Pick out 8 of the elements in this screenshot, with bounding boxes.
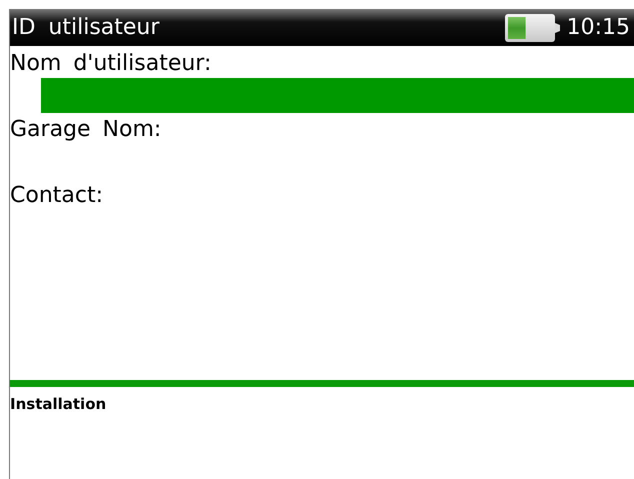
- field-label: Garage Nom:: [10, 116, 162, 144]
- battery-icon: [504, 12, 561, 42]
- section-label: Installation: [10, 395, 106, 413]
- input-field[interactable]: [41, 78, 634, 113]
- window-title: ID utilisateur: [12, 15, 160, 40]
- clock-time: 10:15: [566, 15, 630, 40]
- field-label: Contact:: [10, 182, 104, 210]
- field-label: Nom d'utilisateur:: [10, 50, 212, 78]
